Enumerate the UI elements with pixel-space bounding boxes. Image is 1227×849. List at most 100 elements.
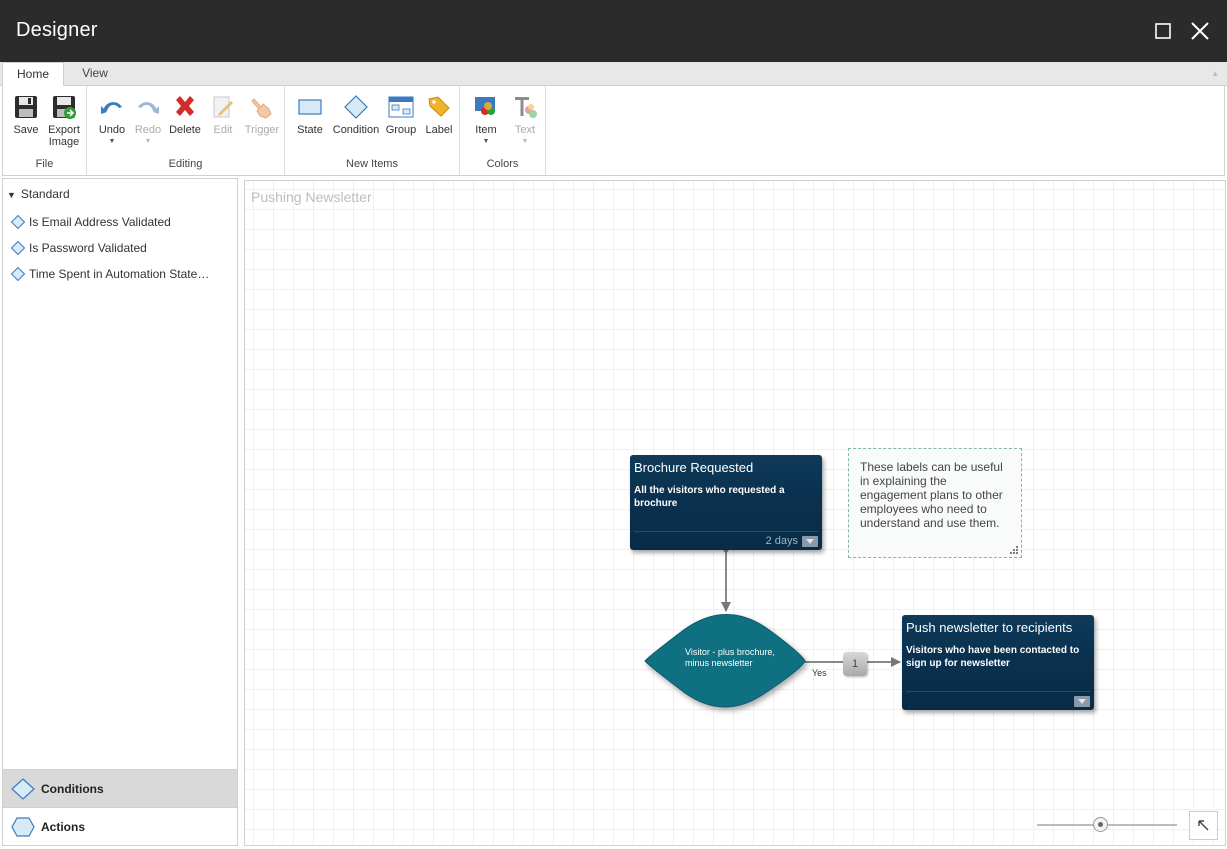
save-button[interactable]: Save — [11, 94, 41, 136]
group-label-editing: Editing — [168, 158, 203, 170]
item-color-icon — [475, 97, 495, 115]
ribbon-collapse-icon[interactable]: ▲ — [1211, 69, 1219, 78]
group-icon — [388, 96, 414, 118]
item-color-dropdown-icon[interactable]: ▼ — [470, 138, 502, 145]
new-label-button[interactable]: Label — [423, 94, 455, 136]
zoom-slider-thumb[interactable] — [1092, 817, 1108, 832]
maximize-button[interactable] — [1151, 19, 1175, 43]
state-rectangle-icon — [298, 99, 322, 115]
delete-button[interactable]: Delete — [167, 94, 203, 136]
state-divider — [634, 531, 818, 532]
state-description: All the visitors who requested a brochur… — [634, 485, 785, 509]
condition-label: Condition — [332, 124, 380, 136]
canvas-note-label[interactable]: These labels can be useful in explaining… — [848, 448, 1022, 558]
redo-label: Redo — [134, 124, 162, 136]
save-label: Save — [13, 124, 39, 136]
state-title: Push newsletter to recipients — [906, 620, 1073, 635]
tree-item-is-password-validated[interactable]: Is Password Validated — [10, 240, 147, 256]
tree-item-label: Is Password Validated — [29, 241, 147, 255]
trigger-button[interactable]: Trigger — [243, 94, 281, 136]
branch-yes-label: Yes — [812, 668, 827, 678]
new-group-button[interactable]: Group — [385, 94, 417, 136]
text-color-label: Text — [514, 124, 536, 136]
edit-icon — [213, 96, 233, 118]
collapse-triangle-icon: ▼ — [7, 190, 16, 200]
item-color-label: Item — [475, 124, 497, 136]
tree-header-standard[interactable]: ▼ Standard — [7, 187, 70, 201]
condition-diamond-icon — [11, 778, 35, 800]
state-title: Brochure Requested — [634, 460, 754, 475]
group-label: Group — [385, 124, 417, 136]
state-divider — [906, 691, 1090, 692]
state-push-newsletter[interactable]: Push newsletter to recipients Visitors w… — [902, 615, 1094, 710]
close-icon — [1191, 22, 1209, 40]
tree-item-is-email-address-validated[interactable]: Is Email Address Validated — [10, 214, 171, 230]
delete-icon — [176, 96, 194, 116]
state-description: Visitors who have been contacted to sign… — [906, 645, 1080, 669]
condition-diamond-icon — [10, 266, 26, 282]
action-hexagon-icon — [11, 817, 35, 837]
note-text: These labels can be useful in explaining… — [860, 460, 1003, 530]
group-label-colors: Colors — [486, 158, 519, 170]
edit-label: Edit — [213, 124, 233, 136]
condition-diamond-icon — [344, 95, 368, 119]
arrow-up-left-icon — [1198, 820, 1209, 831]
state-label: State — [297, 124, 323, 136]
group-label-new-items: New Items — [346, 158, 398, 170]
undo-icon — [101, 102, 122, 114]
edit-button[interactable]: Edit — [209, 94, 237, 136]
panel-tab-label: Actions — [41, 820, 86, 834]
text-color-dropdown-icon[interactable]: ▼ — [510, 138, 540, 145]
trigger-hand-icon — [251, 98, 272, 119]
delete-label: Delete — [169, 124, 201, 136]
group-label-file: File — [35, 158, 54, 170]
tab-view[interactable]: View — [68, 62, 122, 86]
export-image-button[interactable]: Export Image — [45, 94, 83, 148]
close-button[interactable] — [1188, 19, 1212, 43]
ribbon-tab-bar: Home View ▲ — [0, 62, 1227, 87]
condition-text: Visitor - plus brochure, minus newslette… — [685, 647, 775, 668]
resize-grip-icon[interactable] — [1009, 545, 1019, 555]
designer-canvas[interactable]: Pushing Newsletter Brochure Requested Al… — [244, 180, 1226, 846]
panel-tab-label: Conditions — [41, 782, 104, 796]
tree-item-time-spent-in-automation-state[interactable]: Time Spent in Automation State… — [10, 266, 210, 282]
ribbon: Save Export Image File Undo ▼ Redo ▼ Del… — [2, 86, 1225, 176]
undo-dropdown-icon[interactable]: ▼ — [97, 138, 127, 145]
undo-label: Undo — [98, 124, 126, 136]
panel-tab-actions[interactable]: Actions — [3, 807, 237, 845]
branch-count-badge[interactable]: 1 — [843, 652, 867, 676]
new-state-button[interactable]: State — [295, 94, 325, 136]
fit-to-screen-button[interactable] — [1189, 811, 1218, 840]
tree-item-label: Time Spent in Automation State… — [29, 267, 210, 281]
condition-diamond-icon — [10, 240, 26, 256]
label-label: Label — [425, 124, 453, 136]
ribbon-group-new-items: State Condition Group Label New Items — [285, 86, 460, 175]
ribbon-group-colors: Item ▼ Text ▼ Colors — [460, 86, 546, 175]
undo-button[interactable]: Undo ▼ — [97, 94, 127, 145]
text-color-icon — [515, 97, 537, 118]
trigger-label: Trigger — [244, 124, 280, 136]
tag-label-icon — [428, 96, 450, 117]
maximize-icon — [1155, 23, 1171, 39]
redo-button[interactable]: Redo ▼ — [133, 94, 163, 145]
tree-item-label: Is Email Address Validated — [29, 215, 171, 229]
ribbon-group-editing: Undo ▼ Redo ▼ Delete Edit Trigger Editin… — [87, 86, 285, 175]
panel-tab-conditions[interactable]: Conditions — [3, 769, 237, 807]
state-brochure-requested[interactable]: Brochure Requested All the visitors who … — [630, 455, 822, 550]
state-menu-dropdown[interactable] — [1074, 696, 1090, 707]
window-titlebar: Designer — [0, 0, 1227, 62]
export-image-icon — [53, 96, 76, 119]
ribbon-group-file: Save Export Image File — [3, 86, 87, 175]
tree-header-label: Standard — [20, 187, 70, 201]
export-label-line2: Image — [48, 136, 80, 148]
tab-home[interactable]: Home — [2, 62, 64, 87]
state-menu-dropdown[interactable] — [802, 536, 818, 547]
toolbox-panel: ▼ Standard Is Email Address Validated Is … — [2, 178, 238, 846]
floppy-disk-icon — [15, 96, 37, 118]
new-condition-button[interactable]: Condition — [331, 94, 381, 136]
text-color-button[interactable]: Text ▼ — [510, 94, 540, 145]
item-color-button[interactable]: Item ▼ — [470, 94, 502, 145]
window-title: Designer — [16, 19, 98, 41]
state-duration: 2 days — [765, 535, 798, 547]
redo-dropdown-icon[interactable]: ▼ — [133, 138, 163, 145]
